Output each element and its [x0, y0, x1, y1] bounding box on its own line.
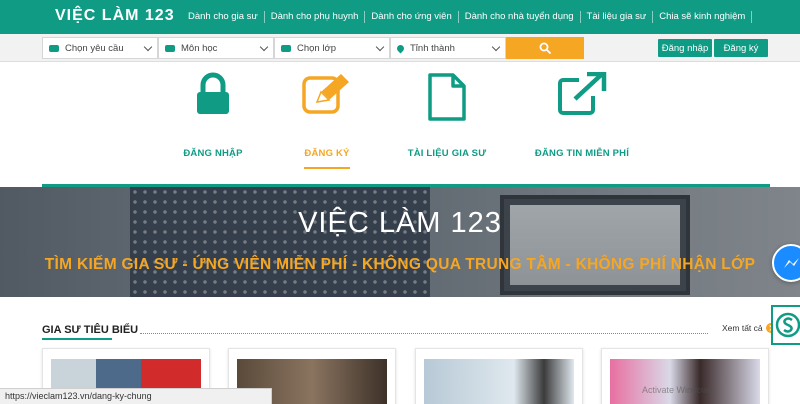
nav-item-employers[interactable]: Dành cho nhà tuyển dụng	[457, 11, 580, 23]
feature-post-free[interactable]: ĐĂNG TIN MIỄN PHÍ	[522, 72, 642, 159]
search-icon	[539, 42, 551, 54]
nav-item-documents[interactable]: Tài liệu gia sư	[579, 11, 653, 23]
section-divider	[140, 333, 708, 334]
filter-bar: Chọn yêu cầu Môn học Chọn lớp Tỉnh thành…	[0, 34, 800, 62]
card-icon	[49, 44, 59, 52]
skype-icon	[775, 312, 800, 338]
tutor-photo	[610, 359, 760, 404]
site-logo[interactable]: VIỆC LÀM 123	[55, 7, 175, 25]
banner-subtitle: TÌM KIẾM GIA SƯ - ỨNG VIÊN MIỄN PHÍ - KH…	[44, 256, 756, 273]
lock-icon	[197, 72, 229, 114]
login-button[interactable]: Đăng nhập	[658, 39, 712, 57]
main-nav: Dành cho gia sư Dành cho phụ huynh Dành …	[182, 0, 753, 34]
nav-item-parents[interactable]: Dành cho phụ huynh	[263, 11, 365, 23]
messenger-chat-button[interactable]	[772, 244, 800, 282]
grade-select[interactable]: Chọn lớp	[274, 37, 390, 59]
tutor-card[interactable]	[601, 348, 769, 404]
feature-documents[interactable]: TÀI LIỆU GIA SƯ	[387, 72, 507, 159]
skype-button[interactable]	[771, 305, 800, 345]
chevron-down-icon	[259, 42, 269, 52]
location-pin-icon	[395, 43, 406, 53]
card-icon	[281, 44, 291, 52]
document-icon	[428, 73, 466, 121]
browser-status-url: https://vieclam123.vn/dang-ky-chung	[0, 388, 272, 404]
search-button[interactable]	[506, 37, 584, 59]
province-select[interactable]: Tỉnh thành	[390, 37, 506, 59]
hero-banner: VIỆC LÀM 123 TÌM KIẾM GIA SƯ - ỨNG VIÊN …	[0, 187, 800, 297]
chevron-down-icon	[143, 42, 153, 52]
requirement-select[interactable]: Chọn yêu cầu	[42, 37, 158, 59]
tutor-card[interactable]	[415, 348, 583, 404]
nav-item-experience[interactable]: Chia sẽ kinh nghiệm	[652, 11, 753, 23]
edit-icon	[302, 74, 349, 114]
tutor-photo	[424, 359, 574, 404]
top-navbar: VIỆC LÀM 123 Dành cho gia sư Dành cho ph…	[0, 0, 800, 34]
section-underline	[42, 338, 112, 340]
chevron-down-icon	[375, 42, 385, 52]
nav-item-tutors[interactable]: Dành cho gia sư	[182, 11, 264, 23]
windows-watermark: Activate Windows	[642, 385, 714, 395]
subject-select[interactable]: Môn học	[158, 37, 274, 59]
card-icon	[165, 44, 175, 52]
see-all-link[interactable]: Xem tất cả	[722, 323, 776, 333]
active-underline	[304, 167, 350, 169]
share-icon	[558, 72, 607, 115]
messenger-icon	[784, 258, 799, 268]
banner-title: VIỆC LÀM 123	[298, 207, 502, 239]
chevron-down-icon	[491, 42, 501, 52]
section-title: GIA SƯ TIÊU BIỂU	[42, 324, 139, 336]
feature-register[interactable]: ĐĂNG KÝ	[267, 72, 387, 169]
register-button[interactable]: Đăng ký	[714, 39, 768, 57]
nav-item-candidates[interactable]: Dành cho ứng viên	[364, 11, 457, 23]
feature-login[interactable]: ĐĂNG NHẬP	[153, 72, 273, 159]
